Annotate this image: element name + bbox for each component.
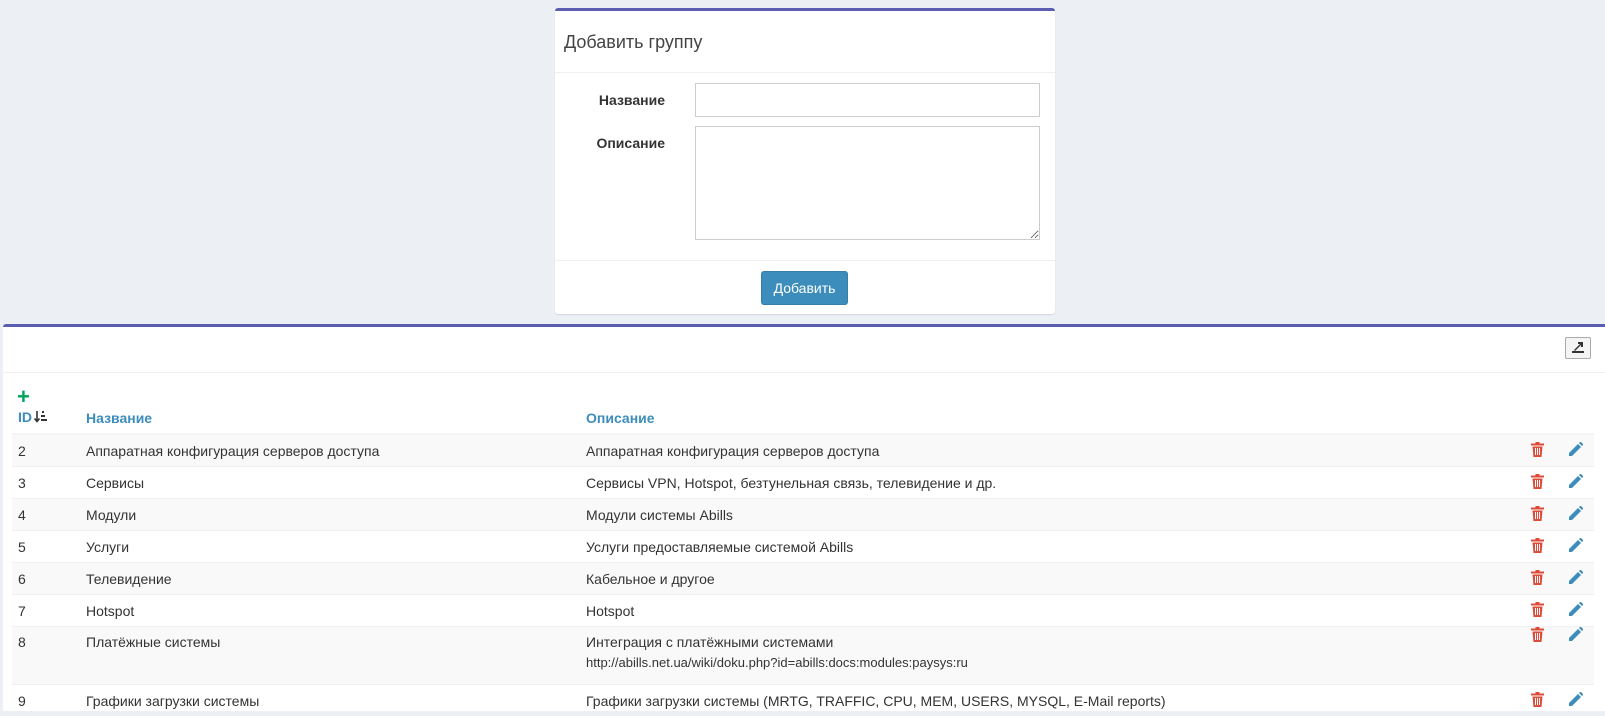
description-text: Модули системы Abills <box>586 507 733 523</box>
table-row: 6 Телевидение Кабельное и другое <box>12 563 1594 595</box>
add-group-panel: Добавить группу Название Описание Добави… <box>555 8 1055 314</box>
table-row: 3 Сервисы Сервисы VPN, Hotspot, безтунел… <box>12 467 1594 499</box>
groups-table: ID Название Описание 2 Аппаратная конфиг… <box>12 403 1594 716</box>
trash-icon[interactable] <box>1531 506 1544 524</box>
cell-name: Сервисы <box>80 467 580 499</box>
cell-description: Сервисы VPN, Hotspot, безтунельная связь… <box>580 467 1518 499</box>
cell-description: Кабельное и другое <box>580 563 1518 595</box>
table-row: 4 Модули Модули системы Abills <box>12 499 1594 531</box>
trash-icon[interactable] <box>1531 627 1544 645</box>
description-text: Аппаратная конфигурация серверов доступа <box>586 443 879 459</box>
pencil-icon[interactable] <box>1568 602 1583 620</box>
table-row: 9 Графики загрузки системы Графики загру… <box>12 685 1594 716</box>
cell-description: Интеграция с платёжными системами http://… <box>580 627 1518 685</box>
export-button[interactable] <box>1565 337 1591 359</box>
pencil-icon[interactable] <box>1568 506 1583 524</box>
cell-id: 9 <box>12 685 80 716</box>
description-text: Интеграция с платёжными системами <box>586 634 833 650</box>
trash-icon[interactable] <box>1531 692 1544 710</box>
cell-id: 7 <box>12 595 80 627</box>
add-button[interactable]: Добавить <box>761 271 848 305</box>
trash-icon[interactable] <box>1531 538 1544 556</box>
export-icon <box>1571 342 1585 354</box>
column-header-name[interactable]: Название <box>80 403 580 434</box>
cell-name: Модули <box>80 499 580 531</box>
cell-id: 4 <box>12 499 80 531</box>
pencil-icon[interactable] <box>1568 692 1583 710</box>
pencil-icon[interactable] <box>1568 442 1583 460</box>
trash-icon[interactable] <box>1531 474 1544 492</box>
cell-description: Hotspot <box>580 595 1518 627</box>
description-textarea[interactable] <box>695 126 1040 240</box>
trash-icon[interactable] <box>1531 602 1544 620</box>
cell-name: Платёжные системы <box>80 627 580 685</box>
cell-id: 3 <box>12 467 80 499</box>
description-link: http://abills.net.ua/wiki/doku.php?id=ab… <box>586 655 1518 670</box>
cell-id: 2 <box>12 434 80 467</box>
sort-numeric-desc-icon <box>34 410 48 427</box>
pencil-icon[interactable] <box>1568 538 1583 556</box>
description-text: Сервисы VPN, Hotspot, безтунельная связь… <box>586 475 996 491</box>
column-header-id[interactable]: ID <box>12 403 80 434</box>
trash-icon[interactable] <box>1531 442 1544 460</box>
cell-description: Графики загрузки системы (MRTG, TRAFFIC,… <box>580 685 1518 716</box>
cell-name: Hotspot <box>80 595 580 627</box>
table-header-row: ID Название Описание <box>12 403 1594 434</box>
table-row: 5 Услуги Услуги предоставляемые системой… <box>12 531 1594 563</box>
groups-list-panel: + ID Название Описание 2 Аппаратна <box>3 324 1605 711</box>
panel-footer: Добавить <box>555 260 1055 315</box>
column-header-description[interactable]: Описание <box>580 403 1518 434</box>
name-input[interactable] <box>695 83 1040 117</box>
description-text: Hotspot <box>586 603 634 619</box>
table-row: 7 Hotspot Hotspot <box>12 595 1594 627</box>
pencil-icon[interactable] <box>1568 474 1583 492</box>
description-label: Описание <box>596 135 665 151</box>
pencil-icon[interactable] <box>1568 570 1583 588</box>
description-text: Услуги предоставляемые системой Abills <box>586 539 853 555</box>
table-row: 8 Платёжные системы Интеграция с платёжн… <box>12 627 1594 685</box>
table-row: 2 Аппаратная конфигурация серверов досту… <box>12 434 1594 467</box>
cell-name: Графики загрузки системы <box>80 685 580 716</box>
trash-icon[interactable] <box>1531 570 1544 588</box>
cell-description: Модули системы Abills <box>580 499 1518 531</box>
cell-id: 5 <box>12 531 80 563</box>
name-label: Название <box>599 92 665 108</box>
description-text: Графики загрузки системы (MRTG, TRAFFIC,… <box>586 693 1166 709</box>
cell-name: Услуги <box>80 531 580 563</box>
description-text: Кабельное и другое <box>586 571 715 587</box>
list-panel-header <box>3 327 1605 373</box>
cell-description: Аппаратная конфигурация серверов доступа <box>580 434 1518 467</box>
panel-title: Добавить группу <box>555 11 1055 73</box>
cell-description: Услуги предоставляемые системой Abills <box>580 531 1518 563</box>
cell-id: 6 <box>12 563 80 595</box>
cell-id: 8 <box>12 627 80 685</box>
column-header-id-label: ID <box>18 409 32 425</box>
pencil-icon[interactable] <box>1568 627 1583 645</box>
cell-name: Аппаратная конфигурация серверов доступа <box>80 434 580 467</box>
cell-name: Телевидение <box>80 563 580 595</box>
